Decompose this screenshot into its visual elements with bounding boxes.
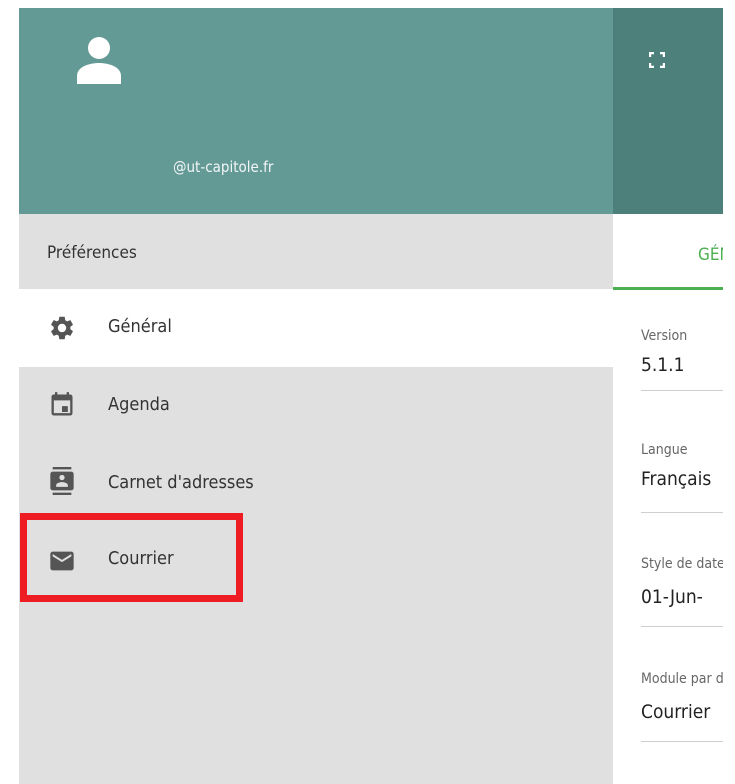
field-divider [641, 626, 723, 627]
field-value-language[interactable]: Français [641, 468, 711, 490]
calendar-icon [51, 392, 73, 416]
nav-item-agenda[interactable]: Agenda [19, 367, 613, 445]
nav-item-general[interactable]: Général [19, 289, 613, 367]
field-divider [641, 512, 723, 513]
contacts-icon [50, 467, 74, 495]
tab-bar: GÉNÉRAL [613, 214, 723, 290]
general-settings-panel: Version 5.1.1 Langue Français Style de d… [613, 290, 723, 784]
nav-label-contacts: Carnet d'adresses [108, 472, 254, 493]
preferences-sidebar: @ut-capitole.fr Préférences Général Agen… [19, 8, 613, 784]
field-label-default-module: Module par défaut [641, 671, 723, 687]
field-value-version: 5.1.1 [641, 354, 685, 376]
field-divider [641, 390, 723, 391]
gear-icon [51, 316, 73, 340]
fullscreen-icon[interactable] [649, 52, 665, 68]
user-avatar-icon [77, 37, 121, 84]
highlight-box [20, 513, 243, 602]
tab-general[interactable]: GÉNÉRAL [698, 245, 723, 265]
field-value-date-style[interactable]: 01-Jun- [641, 586, 703, 608]
field-divider [641, 741, 723, 742]
field-label-version: Version [641, 328, 688, 344]
main-toolbar [613, 8, 723, 214]
field-label-language: Langue [641, 442, 688, 458]
preferences-title: Préférences [47, 243, 137, 263]
nav-item-contacts[interactable]: Carnet d'adresses [19, 445, 613, 523]
account-email: @ut-capitole.fr [173, 158, 274, 176]
field-value-default-module[interactable]: Courrier [641, 701, 710, 723]
nav-label-agenda: Agenda [108, 394, 170, 415]
nav-label-general: Général [108, 316, 172, 337]
account-header: @ut-capitole.fr [19, 8, 613, 214]
field-label-date-style: Style de date [641, 556, 723, 572]
